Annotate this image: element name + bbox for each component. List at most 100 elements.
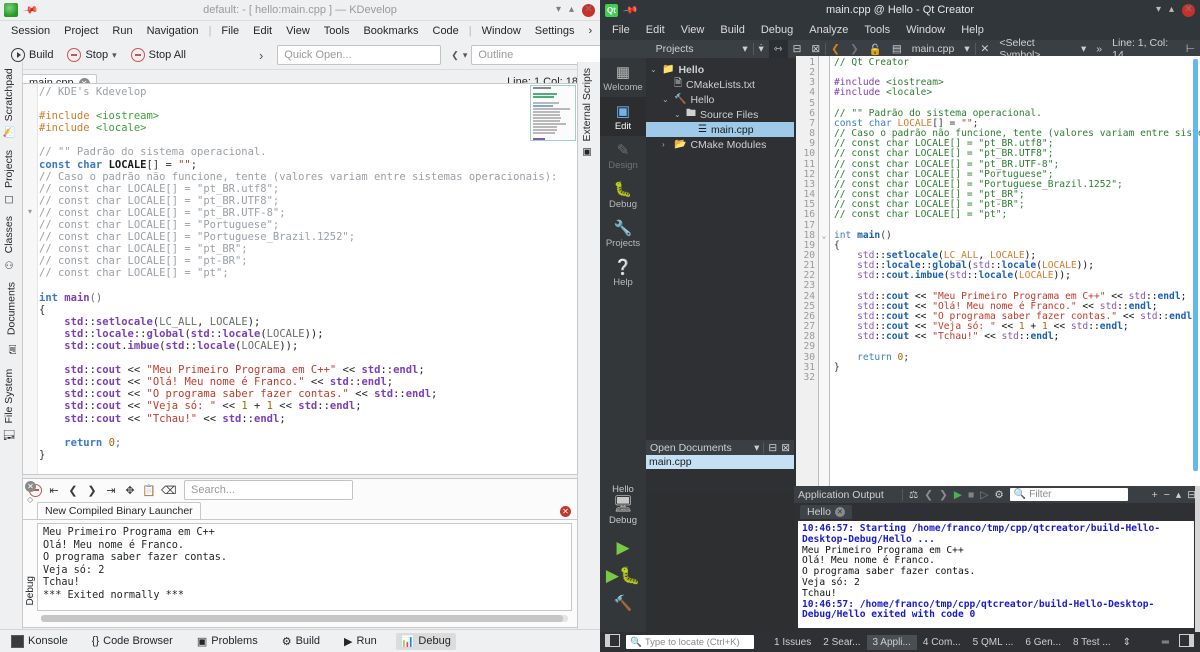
fold-marker[interactable] — [819, 332, 829, 342]
menu-build[interactable]: Build — [712, 22, 752, 38]
fold-marker[interactable] — [819, 139, 829, 149]
menu-view[interactable]: View — [673, 22, 713, 38]
start-debugging-button[interactable]: ▶🐛 — [600, 558, 646, 586]
minimize-button[interactable]: ▾ — [556, 5, 561, 15]
output-search-input[interactable]: Search... — [184, 480, 353, 500]
menu-bookmarks[interactable]: Bookmarks — [356, 23, 425, 39]
fold-marker[interactable] — [819, 302, 829, 312]
editor-vertical-scrollbar[interactable] — [1193, 59, 1198, 471]
output-tab-hello[interactable]: Hello ✕ — [800, 505, 852, 519]
menu-settings[interactable]: Settings — [528, 23, 582, 39]
menu-window[interactable]: Window — [898, 22, 953, 38]
open-document-item-main-cpp[interactable]: main.cpp — [646, 455, 794, 469]
fold-marker[interactable] — [819, 180, 829, 190]
tree-item-source-files[interactable]: ⌄ 🖿 Source Files — [646, 107, 794, 122]
menu-navigation[interactable]: Navigation — [140, 23, 206, 39]
sidebar-item-scratchpad[interactable]: 📝 Scratchpad — [0, 62, 18, 144]
tree-item-cmakelists-txt[interactable]: 🗎 CMakeLists.txt — [646, 77, 794, 92]
toggle-right-sidebar-button[interactable] — [1179, 634, 1194, 650]
menu-edit[interactable]: Edit — [246, 23, 279, 39]
pin-icon[interactable]: 📌 — [22, 2, 39, 18]
fold-marker[interactable] — [819, 322, 829, 332]
expand-icon[interactable]: ✥ — [123, 484, 137, 497]
first-icon[interactable]: ⇤ — [47, 484, 61, 497]
statusbar-item-run[interactable]: ▶ Run — [339, 633, 382, 650]
toggle-left-sidebar-button[interactable] — [605, 634, 620, 650]
output-pane-general[interactable]: 6 Gen... — [1019, 635, 1067, 650]
fold-marker[interactable] — [819, 190, 829, 200]
stop-all-button[interactable]: Stop All — [126, 46, 191, 64]
build-button[interactable]: 🔨 — [600, 586, 646, 612]
output-pane-qml[interactable]: 5 QML ... — [967, 635, 1020, 650]
fold-marker[interactable] — [819, 251, 829, 261]
fold-marker[interactable] — [819, 353, 829, 363]
sidebar-item-external-scripts[interactable]: ▣ External Scripts — [578, 62, 596, 178]
output-pane-compile-output[interactable]: 4 Com... — [917, 635, 967, 650]
menu-session[interactable]: Session — [4, 23, 57, 39]
sidebar-item-documents[interactable]: 🗎 Documents — [0, 276, 23, 363]
mode-debug[interactable]: 🐛 Debug — [600, 175, 646, 214]
expand-arrow-icon[interactable]: › — [662, 140, 670, 149]
clear-icon[interactable]: ⌫ — [161, 484, 177, 497]
zoom-in-icon[interactable]: + — [1152, 489, 1158, 501]
synchronize-icon[interactable]: ⇿ — [768, 40, 788, 58]
quick-open-input[interactable]: Quick Open... — [277, 45, 442, 65]
mode-design[interactable]: ✎ Design — [600, 136, 646, 175]
menu-overflow-chevron[interactable]: › — [582, 23, 600, 39]
stop-button[interactable]: Stop ▾ — [62, 46, 121, 64]
menu-analyze[interactable]: Analyze — [801, 22, 856, 38]
output-pane-issues[interactable]: 1 Issues — [768, 635, 817, 650]
fold-marker[interactable] — [819, 210, 829, 220]
fold-marker[interactable] — [819, 342, 829, 352]
output-close-icon[interactable]: ✕ — [560, 506, 571, 517]
locator-input[interactable]: 🔍 Type to locate (Ctrl+K) — [626, 635, 754, 649]
output-pane-application-output[interactable]: 3 Appli... — [866, 634, 917, 650]
settings-gear-icon[interactable]: ⚙ — [994, 489, 1003, 501]
fold-marker[interactable] — [819, 221, 829, 231]
output-horizontal-scrollbar[interactable] — [41, 615, 568, 622]
fold-marker[interactable] — [819, 99, 829, 109]
close-icon[interactable]: ✕ — [834, 507, 845, 517]
filter-icon[interactable]: ▾̇ — [754, 40, 769, 58]
next-icon[interactable]: ❯ — [85, 484, 99, 497]
fold-marker[interactable]: ⌄ — [819, 231, 829, 241]
kit-selector[interactable]: Hello 🖥 Debug — [600, 480, 646, 526]
mode-welcome[interactable]: ▦ Welcome — [600, 58, 646, 97]
menu-help[interactable]: Help — [953, 22, 992, 38]
project-tree[interactable]: ⌄ 📁 Hello 🗎 CMakeLists.txt ⌄ 🔨 Hello ⌄ 🖿 Source Fi… — [646, 58, 794, 156]
mode-help[interactable]: ❔ Help — [600, 253, 646, 292]
copy-icon[interactable]: 📋 — [142, 484, 156, 497]
sidebar-item-projects[interactable]: ☐ Projects — [0, 144, 18, 210]
editor-gutter[interactable]: ▾ — [23, 84, 38, 474]
output-pane-updown-icon[interactable]: ⇕ — [1117, 635, 1137, 650]
editor-scrollbar[interactable] — [568, 142, 576, 473]
output-pane-test[interactable]: 8 Test ... — [1067, 635, 1117, 650]
fold-marker[interactable] — [819, 363, 829, 373]
fold-marker[interactable] — [819, 88, 829, 98]
menu-window[interactable]: Window — [475, 23, 528, 39]
fold-marker[interactable] — [819, 58, 829, 68]
menu-project[interactable]: Project — [57, 23, 105, 39]
tree-item-hello[interactable]: ⌄ 📁 Hello — [646, 62, 794, 77]
expand-arrow-icon[interactable]: ⌄ — [674, 110, 682, 119]
fold-marker[interactable] — [819, 119, 829, 129]
tree-item-cmake-modules[interactable]: › 📂 CMake Modules — [646, 137, 794, 152]
statusbar-item-build[interactable]: ⚙ Build — [277, 633, 325, 650]
fold-marker[interactable] — [819, 68, 829, 78]
application-output-scrollbar[interactable] — [1195, 486, 1200, 632]
editor-code-content[interactable]: // KDE's Kdevelop #include <iostream> #in… — [39, 86, 557, 461]
fold-marker[interactable] — [819, 292, 829, 302]
navigation-dropdown-icon[interactable]: ▾ — [737, 40, 752, 58]
outline-prev-icon[interactable]: ❮ — [451, 50, 459, 61]
outline-chevron-down-icon[interactable]: ▾ — [463, 50, 468, 61]
fold-marker[interactable] — [819, 261, 829, 271]
fold-marker[interactable] — [819, 200, 829, 210]
output-tab-launcher[interactable]: New Compiled Binary Launcher — [37, 502, 201, 519]
menu-view[interactable]: View — [279, 23, 317, 39]
close-panel-icon[interactable]: ⊠ — [781, 442, 790, 454]
fold-marker-main[interactable]: ▾ — [23, 207, 37, 216]
sidebar-item-classes[interactable]: ⚇ Classes — [0, 210, 18, 275]
menu-run[interactable]: Run — [105, 23, 139, 39]
last-icon[interactable]: ⇥ — [104, 484, 118, 497]
output-pane-search[interactable]: 2 Sear... — [817, 635, 866, 650]
